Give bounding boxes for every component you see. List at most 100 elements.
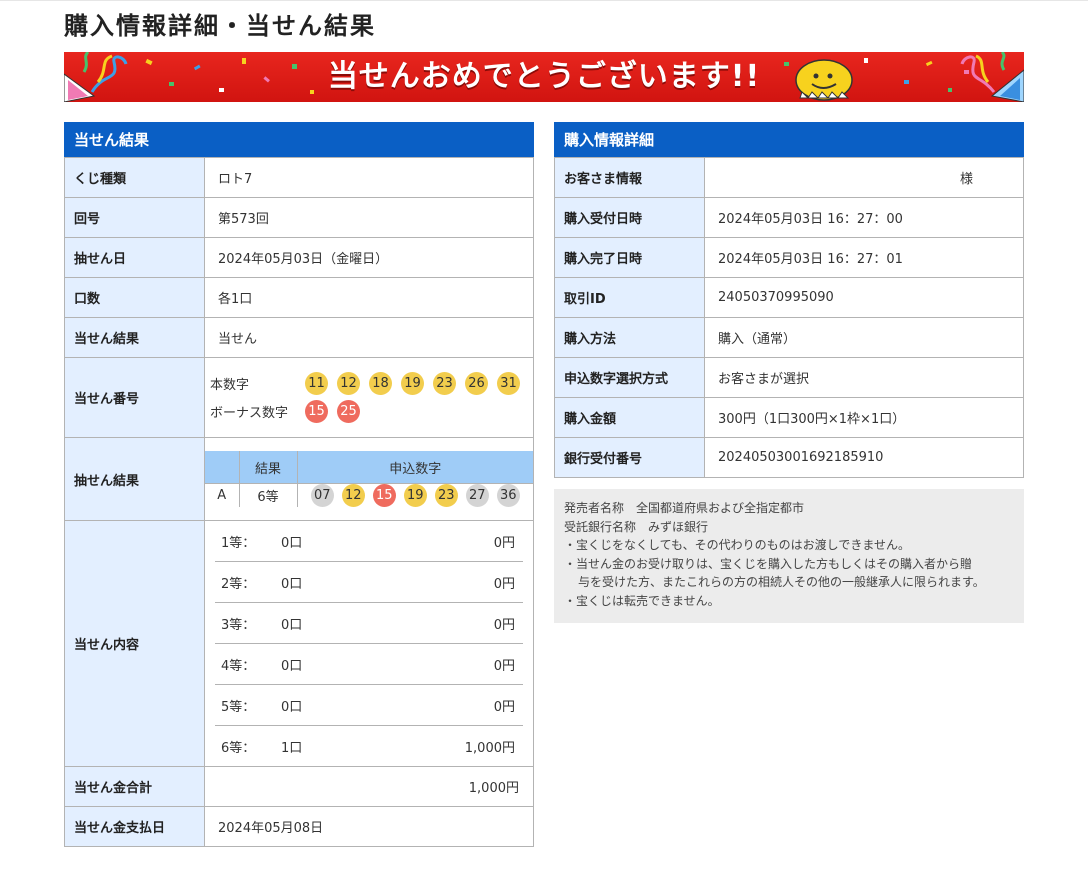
bank-note: 受託銀行名称 みずほ銀行 <box>564 519 709 534</box>
prize-row: 5等： 0口 0円 <box>215 685 523 726</box>
customer-label: お客さま情報 <box>554 157 705 198</box>
applied-number-ball: 19 <box>403 484 427 507</box>
applied-number-ball: 15 <box>372 484 396 507</box>
congrats-banner: 当せんおめでとうございます!! <box>64 52 1024 102</box>
pay-date-label: 当せん金支払日 <box>64 806 205 847</box>
row-amount: 購入金額 300円（1口300円×1枠×1口） <box>554 397 1024 438</box>
draw-date-label: 抽せん日 <box>64 237 205 278</box>
main-numbers-row: 本数字 11 12 18 19 23 26 31 <box>205 370 533 398</box>
bank-no-label: 銀行受付番号 <box>554 437 705 478</box>
bank-no-value: 20240503001692185910 <box>704 437 1024 478</box>
row-txn-id: 取引ID 24050370995090 <box>554 277 1024 318</box>
page-title: 購入情報詳細・当せん結果 <box>64 12 376 40</box>
prize-rank: 6等： <box>221 740 256 756</box>
prize-count: 0口 <box>281 699 303 715</box>
row-draw-date: 抽せん日 2024年05月03日（金曜日） <box>64 237 534 278</box>
completed-value: 2024年05月03日 16：27：01 <box>704 237 1024 278</box>
prize-row: 6等： 1口 1,000円 <box>215 726 523 766</box>
row-round: 回号 第573回 <box>64 197 534 238</box>
row-customer: お客さま情報 様 <box>554 157 1024 198</box>
row-prizes: 当せん内容 1等： 0口 0円 2等： 0口 0円 3等： 0口 0円 4等： … <box>64 520 534 767</box>
row-completed: 購入完了日時 2024年05月03日 16：27：01 <box>554 237 1024 278</box>
txn-id-label: 取引ID <box>554 277 705 318</box>
amount-label: 購入金額 <box>554 397 705 438</box>
purchase-table: お客さま情報 様 購入受付日時 2024年05月03日 16：27：00 購入完… <box>554 157 1024 478</box>
draw-date-value: 2024年05月03日（金曜日） <box>204 237 534 278</box>
outcome-value: 当せん <box>204 317 534 358</box>
accepted-value: 2024年05月03日 16：27：00 <box>704 197 1024 238</box>
row-bank-no: 銀行受付番号 20240503001692185910 <box>554 437 1024 478</box>
bonus-number-ball: 15 <box>305 400 328 423</box>
prize-row: 4等： 0口 0円 <box>215 644 523 685</box>
row-selection: 申込数字選択方式 お客さまが選択 <box>554 357 1024 398</box>
bonus-number-ball: 25 <box>337 400 360 423</box>
applied-number-ball: 36 <box>496 484 520 507</box>
winning-label: 当せん番号 <box>64 357 205 438</box>
row-outcome: 当せん結果 当せん <box>64 317 534 358</box>
row-pay-date: 当せん金支払日 2024年05月08日 <box>64 806 534 847</box>
draw-result-header: 結果 申込数字 <box>205 451 533 484</box>
row-winning-numbers: 当せん番号 本数字 11 12 18 19 23 26 31 ボーナス数字 15… <box>64 357 534 438</box>
draw-result-label: 抽せん結果 <box>64 437 205 521</box>
txn-id-value: 24050370995090 <box>704 277 1024 318</box>
prize-rank: 2等： <box>221 576 256 592</box>
draw-result-row: A 6等 07 12 15 19 23 27 36 <box>205 483 534 507</box>
prize-amount: 1,000円 <box>464 740 515 756</box>
purchase-panel-heading: 購入情報詳細 <box>554 122 1024 157</box>
row-method: 購入方法 購入（通常） <box>554 317 1024 358</box>
main-number-ball: 19 <box>401 372 424 395</box>
main-number-ball: 11 <box>305 372 328 395</box>
bonus-numbers-label: ボーナス数字 <box>210 406 289 421</box>
draw-result-table: 結果 申込数字 A 6等 07 12 15 19 23 27 36 <box>205 451 533 507</box>
bonus-numbers-row: ボーナス数字 15 25 <box>205 398 533 426</box>
mascot-icon <box>795 59 853 101</box>
prize-amount: 0円 <box>493 535 515 551</box>
applied-number-ball: 12 <box>341 484 365 507</box>
completed-label: 購入完了日時 <box>554 237 705 278</box>
main-number-ball: 23 <box>433 372 456 395</box>
prize-amount: 0円 <box>493 576 515 592</box>
seller-note: 発売者名称 全国都道府県および全指定都市 <box>564 501 805 515</box>
row-units: 口数 各1口 <box>64 277 534 318</box>
row-total: 当せん金合計 1,000円 <box>64 766 534 807</box>
method-value: 購入（通常） <box>704 317 1024 358</box>
draw-col-numbers: 申込数字 <box>297 451 533 484</box>
draw-row-id: A <box>205 483 240 507</box>
total-value: 1,000円 <box>204 766 534 807</box>
row-accepted: 購入受付日時 2024年05月03日 16：27：00 <box>554 197 1024 238</box>
main-numbers-label: 本数字 <box>210 378 250 393</box>
method-label: 購入方法 <box>554 317 705 358</box>
selection-label: 申込数字選択方式 <box>554 357 705 398</box>
customer-value: 様 <box>704 157 1024 198</box>
total-label: 当せん金合計 <box>64 766 205 807</box>
result-panel-heading: 当せん結果 <box>64 122 534 157</box>
main-number-ball: 26 <box>465 372 488 395</box>
kind-value: ロト7 <box>204 157 534 198</box>
prize-count: 0口 <box>281 535 303 551</box>
row-draw-result: 抽せん結果 結果 申込数字 A 6等 07 12 15 19 23 27 36 <box>64 437 534 521</box>
draw-col-id <box>205 451 240 484</box>
banner-text: 当せんおめでとうございます!! <box>327 59 761 94</box>
main-number-ball: 12 <box>337 372 360 395</box>
note-line: 与を受けた方、またこれらの方の相続人その他の一般継承人に限られます。 <box>578 575 985 589</box>
prize-row: 1等： 0口 0円 <box>215 521 523 562</box>
party-popper-left-icon <box>64 52 128 102</box>
accepted-label: 購入受付日時 <box>554 197 705 238</box>
result-table: くじ種類 ロト7 回号 第573回 抽せん日 2024年05月03日（金曜日） … <box>64 157 534 847</box>
prize-amount: 0円 <box>493 658 515 674</box>
prize-rank: 4等： <box>221 658 256 674</box>
prize-amount: 0円 <box>493 617 515 633</box>
prize-amount: 0円 <box>493 699 515 715</box>
draw-row-result: 6等 <box>239 483 298 507</box>
applied-numbers: 07 12 15 19 23 27 36 <box>298 484 534 507</box>
prize-row: 3等： 0口 0円 <box>215 603 523 644</box>
units-value: 各1口 <box>204 277 534 318</box>
prize-rank: 1等： <box>221 535 256 551</box>
prizes-label: 当せん内容 <box>64 520 205 767</box>
result-panel: 当せん結果 くじ種類 ロト7 回号 第573回 抽せん日 2024年05月03日… <box>64 122 534 847</box>
main-number-ball: 31 <box>497 372 520 395</box>
purchase-panel: 購入情報詳細 お客さま情報 様 購入受付日時 2024年05月03日 16：27… <box>554 122 1024 478</box>
note-line: ・宝くじをなくしても、その代わりのものはお渡しできません。 <box>564 538 910 552</box>
prize-rank: 5等： <box>221 699 256 715</box>
outcome-label: 当せん結果 <box>64 317 205 358</box>
